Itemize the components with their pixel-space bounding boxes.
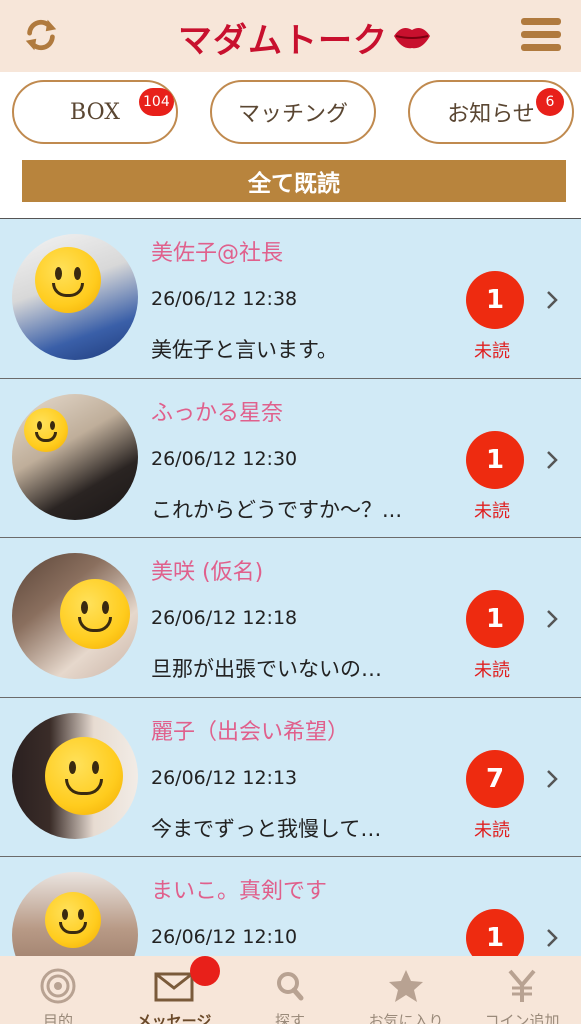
mark-all-read-button[interactable]: 全て既読: [22, 160, 566, 202]
lips-icon: [394, 28, 430, 49]
yen-icon: [508, 969, 536, 1002]
face-sticker: [60, 579, 130, 649]
logo-text: マダムトーク: [178, 20, 388, 61]
face-sticker: [45, 892, 101, 948]
nav-add-coins[interactable]: コイン追加: [464, 956, 580, 1024]
nav-label: メッセージ: [136, 1012, 212, 1024]
unread-label: 未読: [474, 341, 510, 362]
unread-count-badge: 1: [466, 909, 524, 956]
unread-count-badge: 1: [466, 271, 524, 329]
chevron-right-icon: [547, 929, 558, 947]
message-row[interactable]: 美咲 (仮名) 26/06/12 12:18 旦那が出張でいないの… 1 未読: [0, 538, 581, 698]
message-row[interactable]: 美佐子@社長 26/06/12 12:38 美佐子と言います。 1 未読: [0, 219, 581, 379]
message-preview: これからどうですか～？...: [151, 497, 403, 522]
nav-search[interactable]: 探す: [232, 956, 348, 1024]
message-row[interactable]: ふっかる星奈 26/06/12 12:30 これからどうですか～？... 1 未…: [0, 378, 581, 538]
message-time: 26/06/12 12:30: [151, 447, 298, 470]
mark-all-read-label: 全て既読: [248, 170, 340, 197]
refresh-icon[interactable]: [22, 16, 60, 54]
nav-label: 探す: [274, 1012, 305, 1024]
sender-name: 美咲 (仮名): [151, 560, 264, 585]
tab-matching[interactable]: マッチング: [210, 80, 376, 144]
chevron-right-icon: [547, 450, 558, 469]
chevron-right-icon: [547, 610, 558, 628]
tab-matching-label: マッチング: [237, 102, 348, 127]
tab-bar: BOX 104 マッチング お知らせ 6: [0, 72, 581, 156]
message-row[interactable]: 麗子（出会い希望） 26/06/12 12:13 今までずっと我慢して… 7 未…: [0, 697, 581, 857]
message-time: 26/06/12 12:13: [151, 766, 298, 789]
message-preview: 美佐子と言います。: [151, 338, 338, 362]
nav-label: お気に入り: [368, 1012, 444, 1024]
nav-label: 目的: [42, 1012, 73, 1024]
avatar: [12, 234, 138, 360]
unread-count-badge: 1: [466, 590, 524, 648]
notice-count-badge: 6: [536, 88, 564, 116]
avatar: [12, 712, 138, 839]
app-logo: マダムトーク: [178, 14, 432, 61]
sender-name: 麗子（出会い希望）: [151, 719, 350, 745]
bottom-nav: 目的 メッセージ 探す お気に入り コイン追加: [0, 956, 581, 1024]
face-sticker: [35, 247, 101, 313]
message-time: 26/06/12 12:18: [151, 607, 298, 629]
chevron-right-icon: [547, 769, 558, 788]
target-icon: [40, 968, 76, 1004]
message-preview: 旦那が出張でいないの…: [151, 657, 382, 681]
message-time: 26/06/12 12:38: [151, 288, 298, 310]
sender-name: 美佐子@社長: [151, 241, 284, 266]
unread-label: 未読: [474, 500, 510, 522]
tab-box-label: BOX: [70, 99, 120, 125]
nav-label: コイン追加: [484, 1012, 560, 1024]
message-preview: 今までずっと我慢して…: [151, 816, 382, 841]
avatar: [12, 553, 138, 679]
menu-icon[interactable]: [521, 18, 561, 52]
sender-name: まいこ。真剣です: [151, 879, 328, 904]
search-icon: [277, 972, 304, 1001]
message-list[interactable]: 美佐子@社長 26/06/12 12:38 美佐子と言います。 1 未読 ふっか…: [0, 218, 581, 956]
star-icon: [389, 970, 423, 1002]
mail-icon: [154, 972, 194, 1002]
app-header: マダムトーク: [0, 0, 581, 72]
message-time: 26/06/12 12:10: [151, 926, 298, 948]
unread-count-badge: 7: [466, 749, 524, 808]
nav-favorites[interactable]: お気に入り: [348, 956, 464, 1024]
face-sticker: [45, 736, 123, 815]
new-message-dot: [190, 956, 220, 986]
unread-count-badge: 1: [466, 430, 524, 489]
face-sticker: [24, 407, 68, 452]
unread-label: 未読: [474, 660, 510, 681]
sender-name: ふっかる星奈: [151, 400, 284, 426]
avatar: [12, 872, 138, 956]
chevron-right-icon: [547, 291, 558, 309]
nav-purpose[interactable]: 目的: [0, 956, 116, 1024]
unread-label: 未読: [474, 819, 510, 841]
tab-notice-label: お知らせ: [447, 102, 535, 127]
avatar: [12, 393, 138, 520]
box-count-badge: 104: [139, 88, 174, 116]
message-row[interactable]: まいこ。真剣です 26/06/12 12:10 1: [0, 857, 581, 956]
